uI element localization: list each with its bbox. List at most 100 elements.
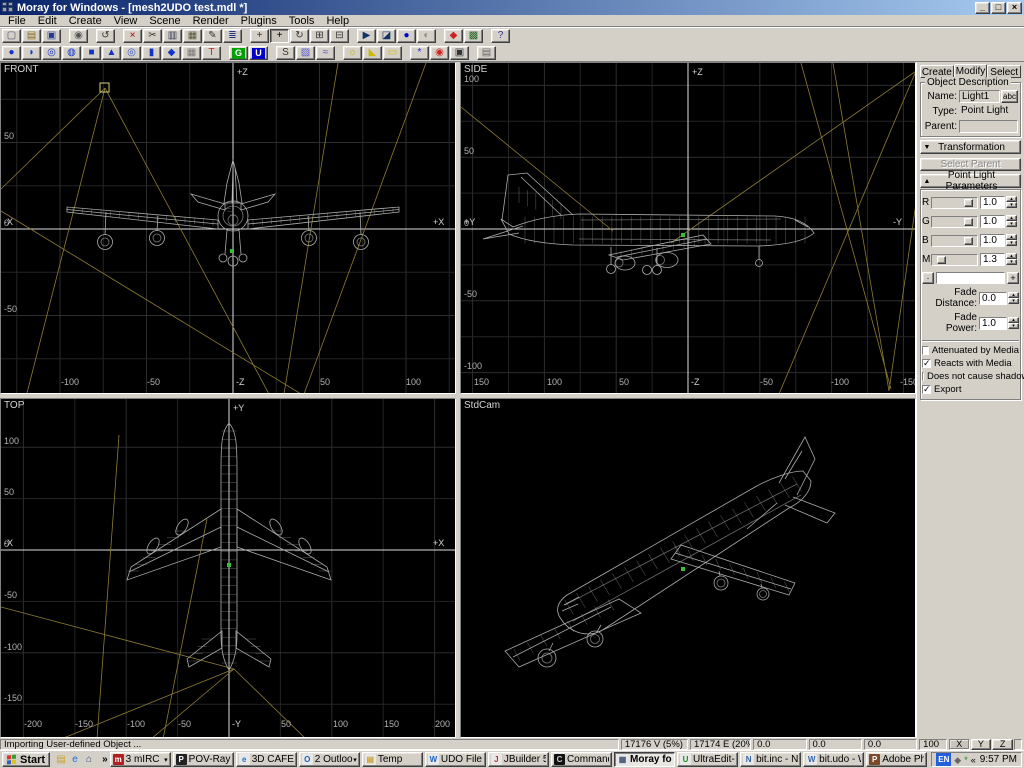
menu-help[interactable]: Help [320, 15, 355, 27]
taskbar-item[interactable]: O2 Outlook ...▾ [298, 752, 360, 767]
slider-track-g[interactable] [931, 215, 978, 228]
create-text-button[interactable]: T [202, 46, 221, 60]
menu-edit[interactable]: Edit [32, 15, 63, 27]
edit-points-button[interactable]: ✎ [203, 29, 222, 43]
restore-button[interactable]: □ [991, 1, 1006, 14]
create-sweep-button[interactable]: ≈ [316, 46, 335, 60]
slider-value-b[interactable]: 1.0 [980, 234, 1005, 247]
export-scene-button[interactable]: ◉ [69, 29, 88, 43]
dual-view-button[interactable]: ⊟ [330, 29, 349, 43]
tab-modify[interactable]: Modify [953, 64, 988, 78]
open-file-button[interactable]: ▤ [22, 29, 41, 43]
help-button[interactable]: ? [491, 29, 510, 43]
copy-button[interactable]: ▥ [163, 29, 182, 43]
messenger-tray-icon[interactable]: * [964, 755, 968, 765]
create-cone-button[interactable]: ▲ [102, 46, 121, 60]
render-preview-button[interactable]: ▤ [477, 46, 496, 60]
checkbox-unchecked[interactable] [922, 346, 929, 355]
undo-button[interactable]: ↺ [96, 29, 115, 43]
menu-file[interactable]: File [2, 15, 32, 27]
rename-button[interactable]: abc [1001, 90, 1018, 103]
close-button[interactable]: × [1007, 1, 1022, 14]
menu-render[interactable]: Render [187, 15, 235, 27]
grid-size-field[interactable]: 100 [919, 739, 947, 750]
spin-down-button[interactable]: ▾ [1006, 240, 1017, 246]
scheduler-tray-icon[interactable]: ◆ [954, 755, 961, 765]
slider-value-r[interactable]: 1.0 [980, 196, 1005, 209]
slider-value-m[interactable]: 1.3 [980, 253, 1005, 266]
csg-group-button[interactable]: G [229, 46, 248, 60]
color-minus-button[interactable]: · [922, 272, 934, 284]
menu-view[interactable]: View [108, 15, 144, 27]
axis-x-button[interactable]: X [948, 739, 970, 750]
internet-explorer-icon[interactable]: e [68, 753, 82, 767]
spin-down-button[interactable]: ▾ [1006, 221, 1017, 227]
create-torus-button[interactable]: ◎ [122, 46, 141, 60]
quad-view-button[interactable]: ⊞ [310, 29, 329, 43]
spin-down-button[interactable]: ▾ [1008, 322, 1019, 329]
menu-tools[interactable]: Tools [283, 15, 321, 27]
point-light-parameters-header[interactable]: ▲ Point Light Parameters [920, 170, 1021, 192]
menu-plugins[interactable]: Plugins [235, 15, 283, 27]
slider-thumb[interactable] [937, 255, 946, 264]
axis-z-button[interactable]: Z [992, 739, 1014, 750]
create-box-button[interactable]: ■ [82, 46, 101, 60]
save-file-button[interactable]: ▣ [42, 29, 61, 43]
taskbar-item[interactable]: ▦Moray for ... [614, 752, 676, 767]
checkbox-unchecked[interactable] [922, 372, 924, 381]
create-particles-button[interactable]: * [410, 46, 429, 60]
delete-button[interactable]: × [123, 29, 142, 43]
render-object-button[interactable]: ● [397, 29, 416, 43]
csg-union-button[interactable]: U [249, 46, 268, 60]
taskbar-item[interactable]: WUDO File Fo... [424, 752, 486, 767]
cut-button[interactable]: ✂ [143, 29, 162, 43]
render-settings-button[interactable]: ▩ [464, 29, 483, 43]
viewport-stdcam[interactable]: StdCam [460, 398, 916, 738]
rotate-mode-button[interactable]: ↻ [290, 29, 309, 43]
create-hemisphere-button[interactable]: ◗ [22, 46, 41, 60]
render-scene-button[interactable]: ▶ [357, 29, 376, 43]
color-plus-button[interactable]: + [1007, 272, 1019, 284]
create-bezier-button[interactable]: ▨ [296, 46, 315, 60]
slider-thumb[interactable] [964, 198, 973, 207]
wireframe-lines-button[interactable]: ≣ [223, 29, 242, 43]
create-cylinder-button[interactable]: ▮ [142, 46, 161, 60]
create-blob-button[interactable]: ◍ [62, 46, 81, 60]
menu-scene[interactable]: Scene [143, 15, 186, 27]
taskbar-item[interactable]: Wbit.udo - W... [803, 752, 865, 767]
spin-down-button[interactable]: ▾ [1006, 259, 1017, 265]
render-pause-button[interactable]: ◐ [417, 29, 436, 43]
axis-y-button[interactable]: Y [970, 739, 992, 750]
create-mesh-button[interactable]: ▦ [182, 46, 201, 60]
taskbar-item[interactable]: ▤ Temp [361, 752, 423, 767]
taskbar-item[interactable]: UUltraEdit-32 [677, 752, 739, 767]
parent-field[interactable] [959, 120, 1018, 133]
checkbox-checked[interactable]: ✓ [922, 385, 931, 394]
slider-thumb[interactable] [964, 236, 973, 245]
translate-mode-button[interactable]: + [250, 29, 269, 43]
create-material-button[interactable]: ◉ [430, 46, 449, 60]
spin-down-button[interactable]: ▾ [1006, 202, 1017, 208]
language-indicator[interactable]: EN [936, 753, 952, 766]
checkbox-checked[interactable]: ✓ [922, 359, 931, 368]
slider-track-m[interactable] [931, 253, 978, 266]
materials-button[interactable]: ◆ [444, 29, 463, 43]
create-lathe-button[interactable]: S [276, 46, 295, 60]
taskbar-item[interactable]: JJBuilder 5 - ... [487, 752, 549, 767]
minimize-button[interactable]: _ [975, 1, 990, 14]
create-sphere-button[interactable]: ● [2, 46, 21, 60]
fade-power-field[interactable]: 1.0 [979, 316, 1007, 330]
transformation-header[interactable]: ▼ Transformation [920, 140, 1021, 154]
create-spot-light-button[interactable]: ◣ [363, 46, 382, 60]
create-area-light-button[interactable]: ▭ [383, 46, 402, 60]
name-field[interactable]: Light1 [959, 90, 1000, 103]
start-button[interactable]: Start [2, 752, 51, 767]
color-swatch[interactable] [936, 272, 1005, 284]
viewport-front[interactable]: -100 -50 50 100 50 0 -50 +Z -Z -X +X FRONT [0, 62, 456, 394]
viewport-top[interactable]: -200 -150 -100 -50 50 100 150 200 100 50 0 -50 -100-… [0, 398, 456, 738]
move-mode-button[interactable]: + [270, 29, 289, 43]
slider-track-r[interactable] [931, 196, 978, 209]
render-window-button[interactable]: ◪ [377, 29, 396, 43]
show-desktop-icon[interactable]: ⌂ [82, 753, 96, 767]
slider-track-b[interactable] [931, 234, 978, 247]
